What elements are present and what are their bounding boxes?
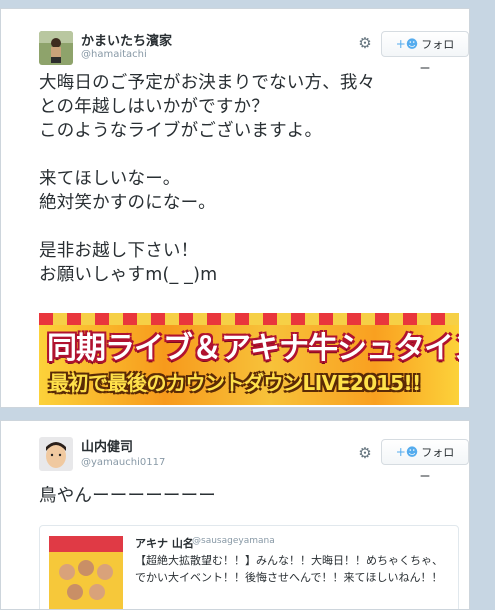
quoted-handle[interactable]: @sausageyamana (192, 536, 275, 546)
quoted-tweet[interactable]: アキナ 山名 @sausageyamana 【超絶大拡散望む！！】みんな！！大晦… (39, 525, 459, 609)
tweet-text: 鳥やんーーーーーーー (39, 486, 216, 506)
user-handle[interactable]: @hamaitachi (81, 49, 147, 60)
display-name[interactable]: 山内健司 (81, 436, 133, 455)
quoted-display-name[interactable]: アキナ 山名 (135, 535, 194, 551)
follow-label: フォロー (419, 38, 455, 75)
avatar[interactable] (39, 31, 73, 65)
display-name[interactable]: かまいたち濱家 (81, 30, 172, 49)
tweet-card: かまいたち濱家 @hamaitachi ⚙ +☻ フォロー 大晦日のご予定がお決ま… (0, 8, 470, 408)
follow-button[interactable]: +☻ フォロー (381, 439, 469, 483)
tweet-card: 山内健司 @yamauchi0117 ⚙ +☻ フォロー 鳥やんーーーーーーー ア… (0, 420, 470, 610)
person-plus-icon: +☻ (395, 445, 419, 459)
follow-label: フォロー (419, 446, 455, 483)
quoted-text: 【超絶大拡散望む！！】みんな！！大晦日！！めちゃくちゃ、でかい大イベント！！後悔… (135, 554, 443, 584)
gear-icon[interactable]: ⚙ (357, 35, 373, 51)
banner-subtitle: 最初で最後のカウントダウンLIVE2015!! (49, 371, 421, 395)
gear-icon[interactable]: ⚙ (357, 445, 373, 461)
quoted-thumbnail (49, 536, 123, 609)
person-plus-icon: +☻ (395, 37, 419, 51)
avatar[interactable] (39, 437, 73, 471)
user-handle[interactable]: @yamauchi0117 (81, 457, 165, 468)
tweet-text: 大晦日のご予定がお決まりでない方、我々 との年越しはいかがですか？ このようなラ… (39, 73, 376, 285)
follow-button[interactable]: +☻ フォロー (381, 31, 469, 75)
tweet-media[interactable]: 同期ライブ＆アキナ牛シュタイン!! 最初で最後のカウントダウンLIVE2015!… (39, 313, 459, 405)
banner-title: 同期ライブ＆アキナ牛シュタイン!! (47, 331, 459, 366)
